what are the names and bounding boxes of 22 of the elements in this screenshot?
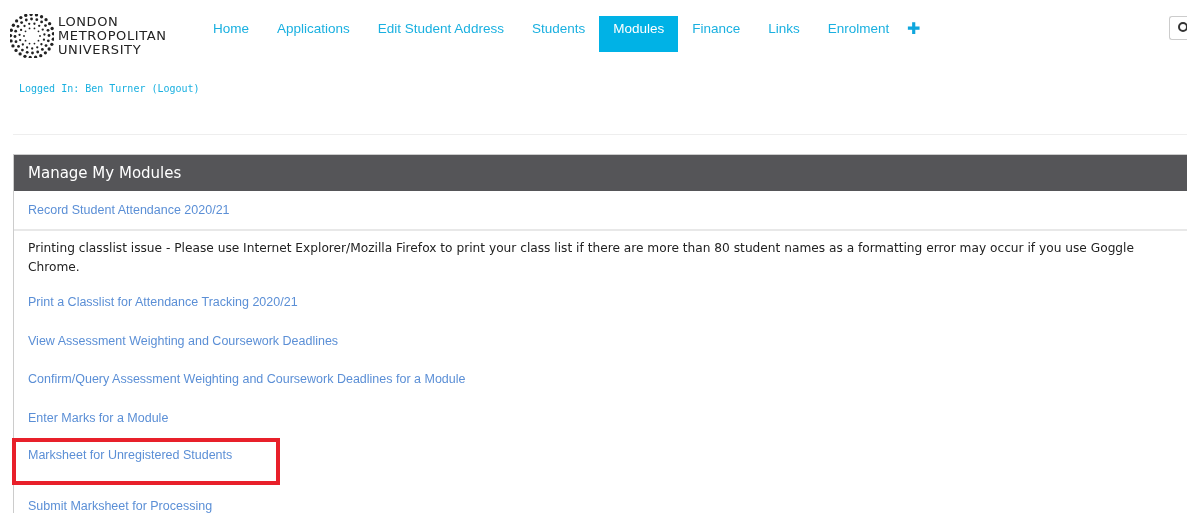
nav-tab[interactable]: Enrolment [813,16,904,52]
notice-text: Printing classlist issue - Please use Internet Explorer/Mozilla Firefox to print your class list if there are more than 80 student names as a formatting error may occur if you use Goggle Chrome. [28,240,1135,276]
nav-tab[interactable]: Applications [263,16,364,52]
nav-tab[interactable]: Modules [599,16,679,52]
login-status[interactable]: Logged In: Ben Turner (Logout) [19,83,200,94]
nav-tab[interactable]: Edit Student Address [363,16,518,52]
module-link[interactable]: Print a Classlist for Attendance Tracking 2020/21 [28,283,298,322]
panel-header: Manage My Modules [14,155,1187,191]
module-link[interactable]: Confirm/Query Assessment Weighting and Coursework Deadlines for a Module [28,360,466,399]
nav-tab[interactable]: Home [199,16,263,52]
search-field[interactable] [1169,16,1187,40]
search-icon [1177,22,1187,34]
module-link[interactable]: Record Student Attendance 2020/21 [28,191,230,229]
module-link[interactable]: View Assessment Weighting and Coursework Deadlines [28,321,339,360]
nav-tab[interactable]: Finance [678,16,755,52]
nav-tab[interactable]: Links [754,16,814,52]
logo-icon [10,14,54,58]
module-link[interactable]: Submit Marksheet for Processing [28,486,213,513]
module-link[interactable]: Enter Marks for a Module [28,398,169,437]
logo-text: LONDON METROPOLITAN UNIVERSITY [58,15,167,57]
add-icon[interactable]: ✚ [907,16,921,42]
nav-tab[interactable]: Students [517,16,600,52]
